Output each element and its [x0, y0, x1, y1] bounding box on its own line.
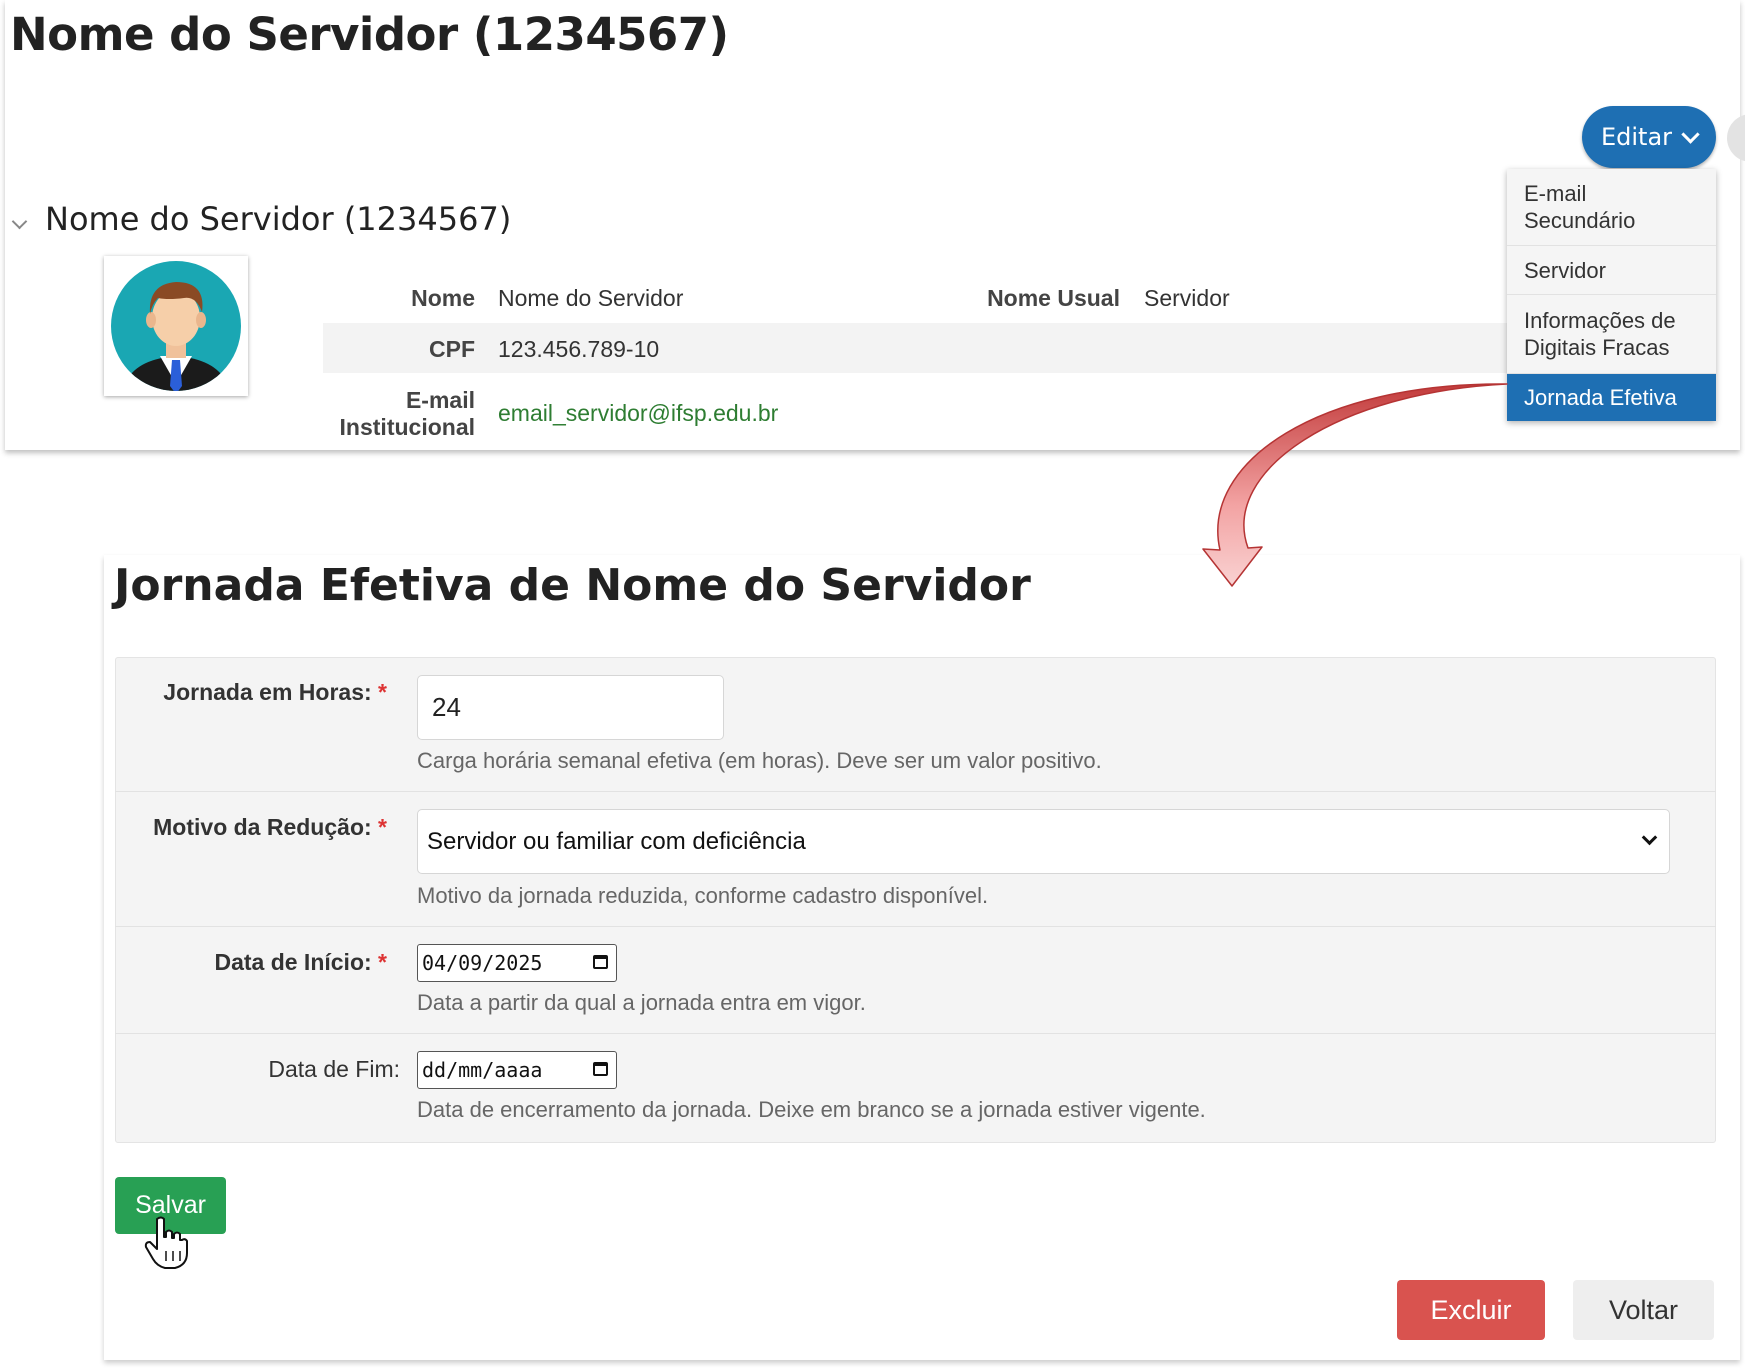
data-fim-help: Data de encerramento da jornada. Deixe e… — [417, 1097, 1206, 1122]
form-title: Jornada Efetiva de Nome do Servidor — [114, 560, 1031, 611]
required-mark: * — [378, 814, 387, 840]
data-inicio-help: Data a partir da qual a jornada entra em… — [417, 990, 866, 1015]
menu-item-label: E-mail — [1524, 181, 1587, 206]
edit-dropdown-menu: E-mail Secundário Servidor Informações d… — [1507, 169, 1716, 421]
row-divider — [115, 926, 1716, 927]
user-avatar-icon — [111, 261, 241, 391]
label-text: Jornada em Horas: — [163, 679, 372, 705]
email-label-line1: E-mail — [405, 387, 475, 413]
cpf-value: 123.456.789-10 — [498, 336, 660, 362]
menu-item-label: Digitais Fracas — [1524, 335, 1670, 360]
menu-item-label: Secundário — [1524, 208, 1636, 233]
jornada-horas-label: Jornada em Horas: * — [27, 679, 387, 706]
label-text: Data de Início: — [214, 949, 372, 975]
avatar — [104, 256, 248, 396]
menu-item-servidor[interactable]: Servidor — [1507, 246, 1716, 295]
nome-usual-value: Servidor — [1144, 285, 1230, 311]
menu-item-email-secundario[interactable]: E-mail Secundário — [1507, 169, 1716, 246]
row-divider — [115, 1033, 1716, 1034]
motivo-reducao-help: Motivo da jornada reduzida, conforme cad… — [417, 883, 989, 908]
data-fim-label: Data de Fim: — [268, 1056, 400, 1082]
required-mark: * — [378, 949, 387, 975]
edit-dropdown-button[interactable]: Editar — [1582, 106, 1716, 168]
menu-item-jornada-efetiva[interactable]: Jornada Efetiva — [1507, 374, 1716, 421]
email-link[interactable]: email_servidor@ifsp.edu.br — [498, 400, 778, 427]
jornada-horas-input[interactable]: 24 — [417, 675, 724, 740]
email-label-line2: Institucional — [339, 414, 475, 440]
data-fim-input[interactable]: dd/mm/aaaa — [417, 1051, 617, 1089]
label-text: Motivo da Redução: — [153, 814, 372, 840]
calendar-icon[interactable] — [593, 1062, 608, 1076]
motivo-reducao-label: Motivo da Redução: * — [27, 814, 387, 841]
required-mark: * — [378, 679, 387, 705]
row-divider — [115, 791, 1716, 792]
chevron-down-icon — [1641, 829, 1658, 846]
delete-button[interactable]: Excluir — [1397, 1280, 1545, 1340]
menu-item-label: Jornada Efetiva — [1524, 385, 1677, 410]
chevron-down-icon — [1681, 124, 1700, 144]
menu-item-digitais-fracas[interactable]: Informações de Digitais Fracas — [1507, 295, 1716, 374]
back-button[interactable]: Voltar — [1573, 1280, 1714, 1340]
motivo-reducao-select[interactable]: Servidor ou familiar com deficiência — [417, 809, 1670, 874]
date-value: 04/09/2025 — [422, 951, 543, 975]
nome-value: Nome do Servidor — [498, 285, 684, 311]
nome-label: Nome — [411, 285, 475, 311]
cpf-label: CPF — [429, 336, 475, 362]
section-title: Nome do Servidor (1234567) — [45, 200, 512, 238]
jornada-horas-help: Carga horária semanal efetiva (em horas)… — [417, 748, 1102, 773]
data-inicio-label: Data de Início: * — [27, 949, 387, 976]
nome-usual-label: Nome Usual — [987, 285, 1120, 311]
page-title: Nome do Servidor (1234567) — [10, 8, 729, 61]
menu-item-label: Informações de — [1524, 308, 1676, 333]
calendar-icon[interactable] — [593, 955, 608, 969]
selected-option: Servidor ou familiar com deficiência — [427, 828, 806, 855]
menu-item-label: Servidor — [1524, 257, 1606, 283]
hand-pointer-icon — [144, 1216, 188, 1269]
date-placeholder: dd/mm/aaaa — [422, 1058, 543, 1082]
edit-button-label: Editar — [1600, 123, 1673, 151]
data-inicio-input[interactable]: 04/09/2025 — [417, 944, 617, 982]
